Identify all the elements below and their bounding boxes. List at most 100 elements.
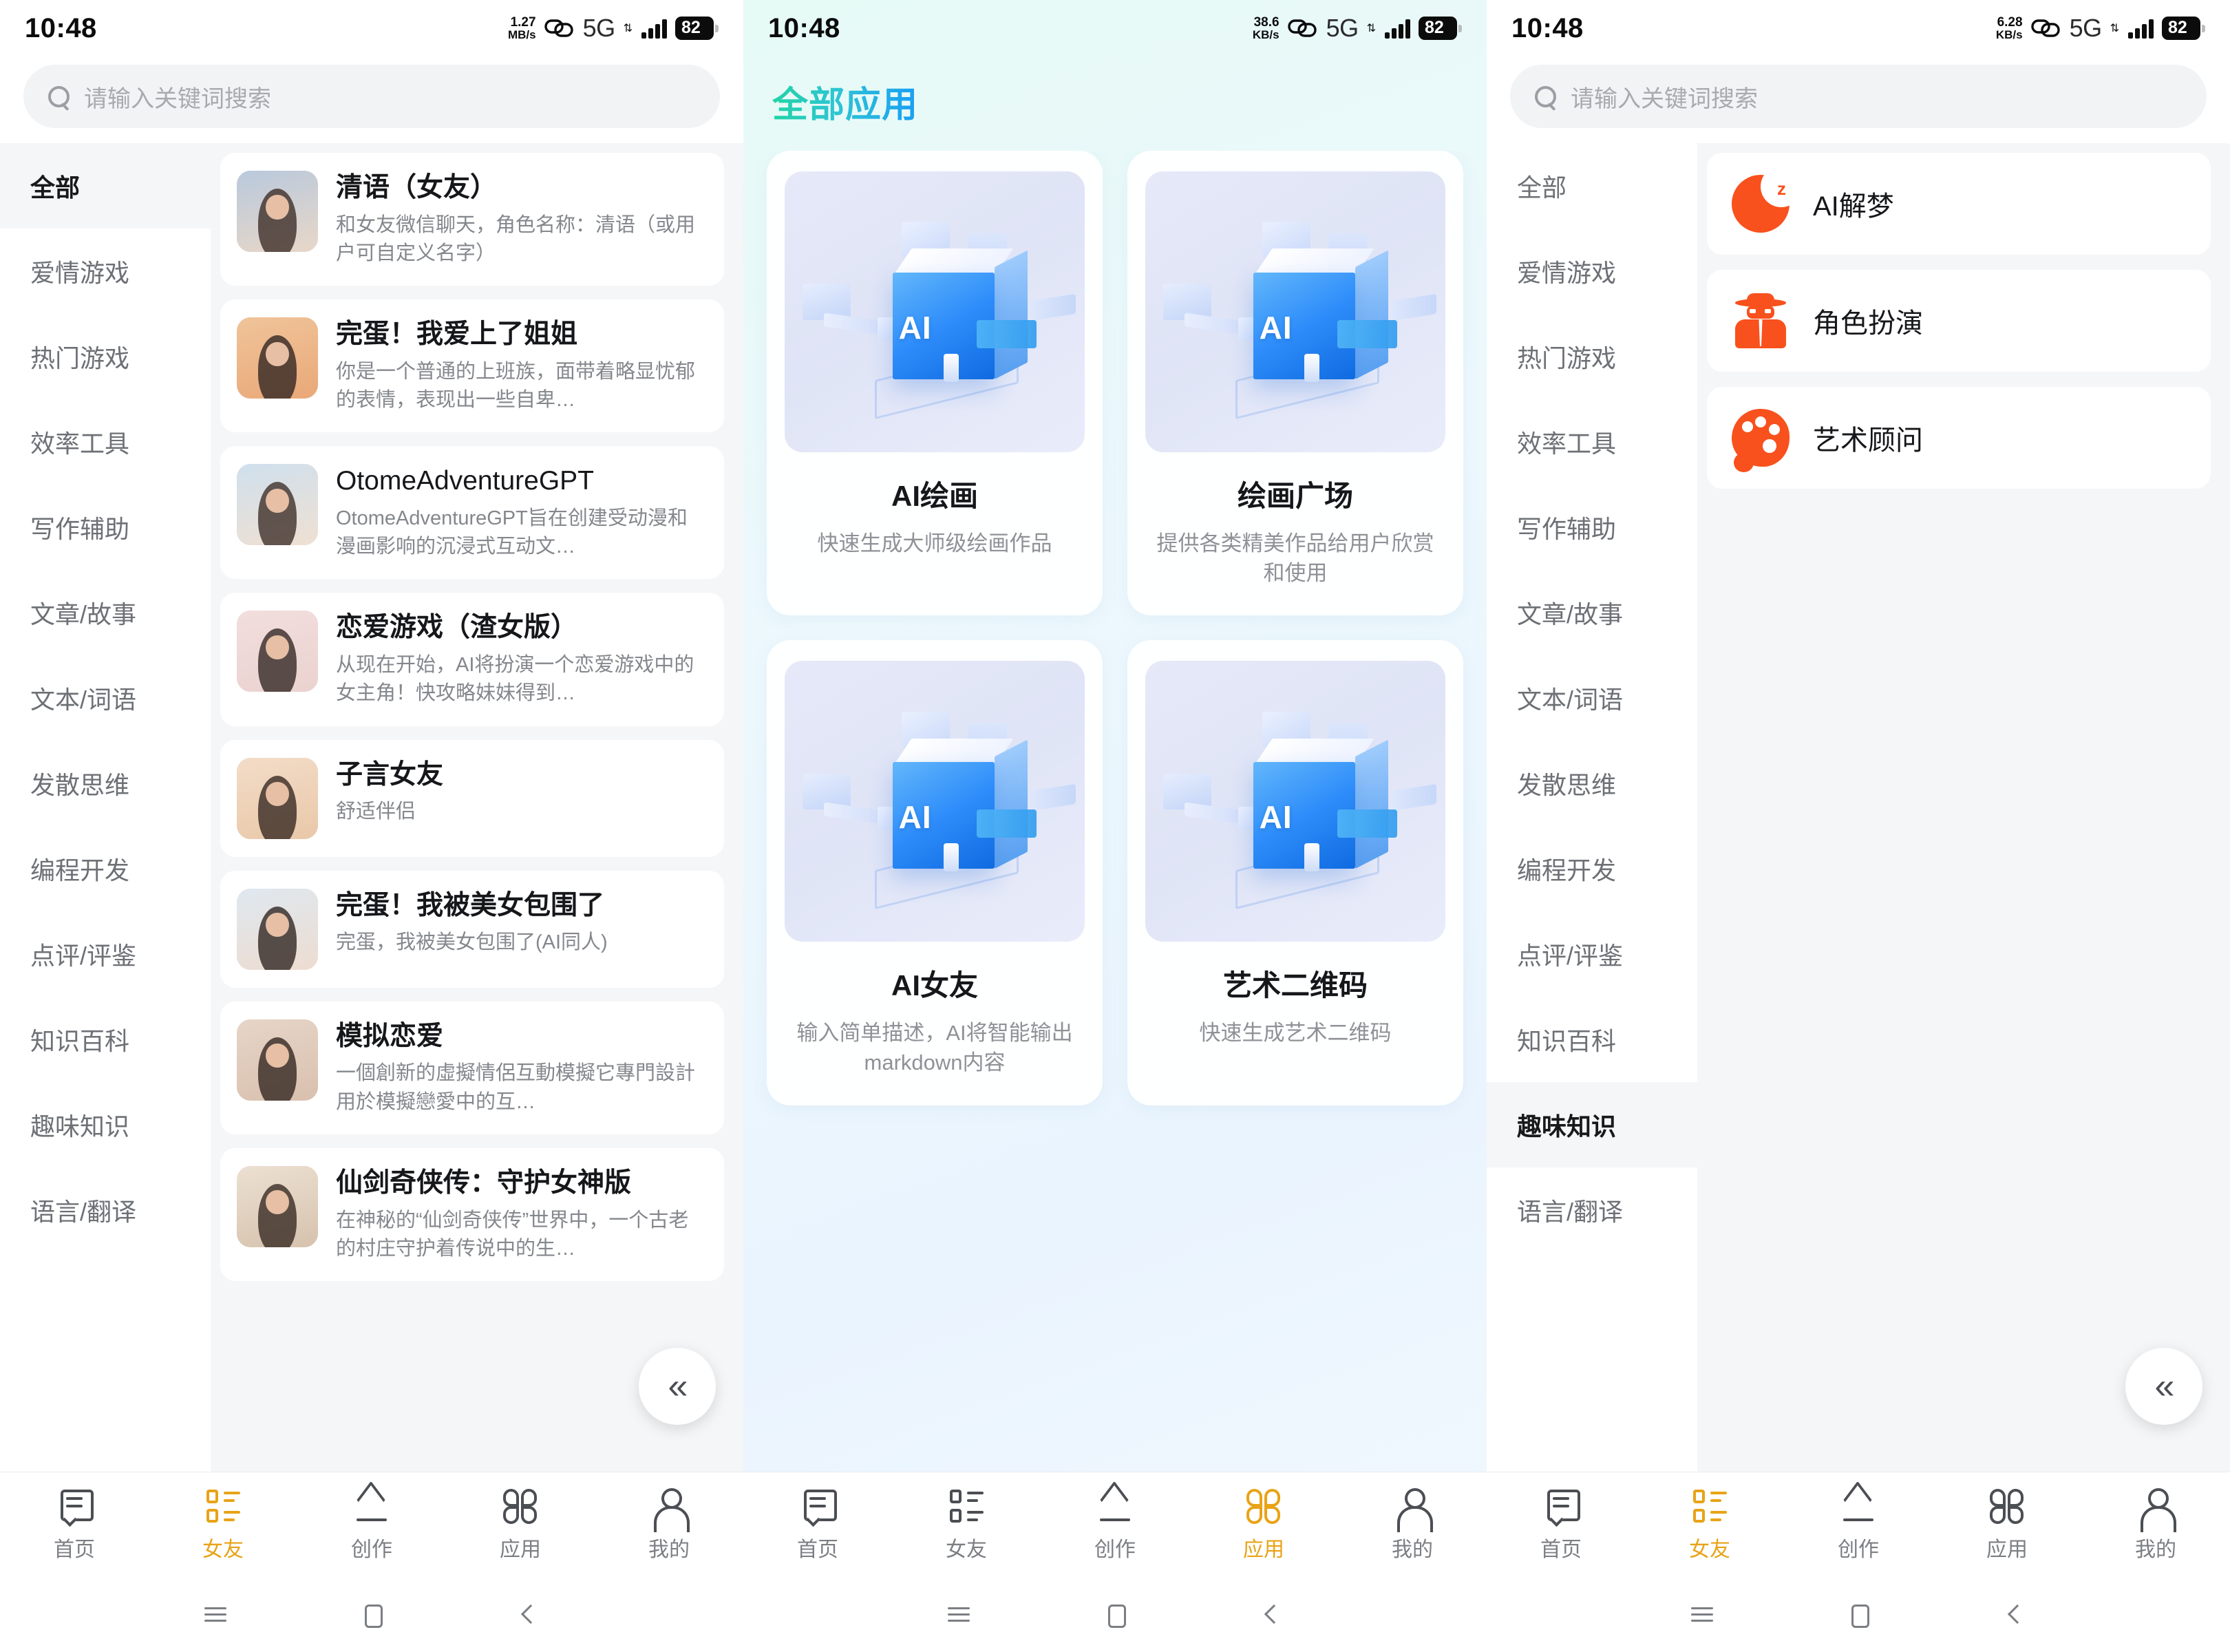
tab-首页[interactable]: 首页	[743, 1487, 892, 1563]
tab-应用[interactable]: 应用	[446, 1487, 595, 1563]
collapse-panel-button[interactable]: «	[639, 1348, 716, 1425]
recent-apps-button[interactable]	[944, 1599, 974, 1629]
list-item[interactable]: 恋爱游戏（渣女版） 从现在开始，AI将扮演一个恋爱游戏中的女主角！快攻略妹妹得到…	[220, 593, 724, 726]
battery-level: 82	[1419, 17, 1457, 40]
status-indicators: 1.27 MB/s 5G ⇅ 82	[508, 14, 725, 43]
list-item[interactable]: OtomeAdventureGPT OtomeAdventureGPT旨在创建受动…	[220, 446, 724, 580]
tab-女友[interactable]: 女友	[892, 1487, 1041, 1563]
app-illustration: AI	[1145, 171, 1445, 452]
status-indicators: 38.6 KB/s 5G ⇅ 82	[1253, 14, 1468, 43]
moon-z-icon: z	[1732, 165, 1803, 233]
pen-icon	[352, 1487, 391, 1525]
sidebar-item-编程开发[interactable]: 编程开发	[1487, 826, 1697, 911]
app-illustration: AI	[1145, 661, 1445, 942]
system-navigation-bar	[1487, 1576, 2230, 1652]
sidebar-item-知识百科[interactable]: 知识百科	[1487, 997, 1697, 1082]
signal-bars-icon	[641, 18, 667, 39]
sidebar-item-爱情游戏[interactable]: 爱情游戏	[1487, 229, 1697, 314]
tab-创作[interactable]: 创作	[1784, 1487, 1933, 1563]
network-speed: 38.6 KB/s	[1253, 16, 1279, 41]
list-item[interactable]: 子言女友 舒适伴侣	[220, 739, 724, 857]
list-item[interactable]: 完蛋！我被美女包围了完蛋，我被美女包围了(AI同人)	[220, 870, 724, 988]
network-speed-value: 1.27	[510, 15, 536, 30]
sidebar-item-全部[interactable]: 全部	[1487, 143, 1697, 229]
list-item-description: 和女友微信聊天，角色名称：清语（或用户可自定义名字）	[336, 213, 696, 264]
tool-list-item[interactable]: 艺术顾问	[1707, 387, 2211, 489]
sidebar-item-趣味知识[interactable]: 趣味知识	[0, 1082, 211, 1167]
tab-我的[interactable]: 我的	[1338, 1487, 1487, 1563]
list-item[interactable]: 完蛋！我爱上了姐姐 你是一个普通的上班族，面带着略显忧郁的表情，表现出一些自卑…	[220, 299, 724, 433]
sidebar-item-趣味知识[interactable]: 趣味知识	[1487, 1082, 1697, 1167]
tab-首页[interactable]: 首页	[0, 1487, 149, 1563]
app-card[interactable]: AI AI绘画 快速生成大师级绘画作品	[767, 151, 1103, 616]
back-button[interactable]	[1999, 1599, 2030, 1629]
list-item[interactable]: 模拟恋爱 一個創新的虛擬情侶互動模擬它專門設計用於模擬戀愛中的互…	[220, 1001, 724, 1134]
palette-icon	[1732, 409, 1790, 473]
sidebar-item-爱情游戏[interactable]: 爱情游戏	[0, 229, 211, 314]
sidebar-item-编程开发[interactable]: 编程开发	[0, 826, 211, 911]
recent-apps-button[interactable]	[1687, 1599, 1717, 1629]
sidebar-item-点评/评鉴[interactable]: 点评/评鉴	[1487, 911, 1697, 997]
list-item-title: 仙剑奇侠传：守护女神版	[336, 1167, 632, 1198]
tab-应用[interactable]: 应用	[1933, 1487, 2081, 1563]
list-item-title: 完蛋！我被美女包围了	[336, 890, 605, 920]
home-button[interactable]	[1100, 1599, 1130, 1629]
page-title: 全部应用	[772, 76, 918, 127]
tab-女友[interactable]: 女友	[149, 1487, 297, 1563]
tab-我的[interactable]: 我的	[595, 1487, 743, 1563]
home-button[interactable]	[1843, 1599, 1873, 1629]
sidebar-item-写作辅助[interactable]: 写作辅助	[1487, 485, 1697, 570]
tool-list-item[interactable]: 角色扮演	[1707, 270, 2211, 372]
sidebar-item-知识百科[interactable]: 知识百科	[0, 997, 211, 1082]
link-icon	[544, 18, 575, 39]
sidebar-item-文章/故事[interactable]: 文章/故事	[0, 570, 211, 655]
sidebar-item-点评/评鉴[interactable]: 点评/评鉴	[0, 911, 211, 997]
sidebar-item-文章/故事[interactable]: 文章/故事	[1487, 570, 1697, 655]
list-item-description: 完蛋，我被美女包围了(AI同人)	[336, 931, 608, 954]
app-card[interactable]: AI 绘画广场 提供各类精美作品给用户欣赏和使用	[1127, 151, 1463, 616]
avatar	[237, 611, 318, 692]
app-card[interactable]: AI AI女友 输入简单描述，AI将智能输出markdown内容	[767, 640, 1103, 1105]
tab-首页[interactable]: 首页	[1487, 1487, 1635, 1563]
list-item[interactable]: 仙剑奇侠传：守护女神版 在神秘的“仙剑奇侠传”世界中，一个古老的村庄守护着传说中的…	[220, 1147, 724, 1281]
sidebar-item-热门游戏[interactable]: 热门游戏	[1487, 314, 1697, 399]
tool-list-item[interactable]: z AI解梦	[1707, 153, 2211, 255]
list-item[interactable]: 清语（女友） 和女友微信聊天，角色名称：清语（或用户可自定义名字）	[220, 153, 724, 286]
sidebar-item-写作辅助[interactable]: 写作辅助	[0, 485, 211, 570]
app-card[interactable]: AI 艺术二维码 快速生成艺术二维码	[1127, 640, 1463, 1105]
sidebar-item-全部[interactable]: 全部	[0, 143, 211, 229]
chevron-double-left-icon: «	[668, 1366, 688, 1406]
screen-all-apps: 10:48 38.6 KB/s 5G ⇅ 82 全部应用 AI AI绘画 快速生…	[743, 0, 1487, 1652]
recent-apps-button[interactable]	[200, 1599, 231, 1629]
network-type: 5G	[2069, 14, 2103, 42]
sidebar-item-语言/翻译[interactable]: 语言/翻译	[0, 1167, 211, 1253]
status-time: 10:48	[25, 12, 97, 43]
app-description: 快速生成大师级绘画作品	[817, 531, 1052, 555]
tab-创作[interactable]: 创作	[1041, 1487, 1189, 1563]
tab-女友[interactable]: 女友	[1635, 1487, 1784, 1563]
search-icon	[1533, 85, 1557, 108]
tab-我的[interactable]: 我的	[2081, 1487, 2230, 1563]
sidebar-item-文本/词语[interactable]: 文本/词语	[1487, 655, 1697, 741]
tab-应用[interactable]: 应用	[1189, 1487, 1338, 1563]
sidebar-item-效率工具[interactable]: 效率工具	[1487, 399, 1697, 485]
home-button[interactable]	[357, 1599, 387, 1629]
collapse-panel-button[interactable]: «	[2125, 1348, 2202, 1425]
sidebar-item-热门游戏[interactable]: 热门游戏	[0, 314, 211, 399]
sidebar-item-发散思维[interactable]: 发散思维	[1487, 741, 1697, 826]
search-input[interactable]: 请输入关键词搜索	[23, 65, 720, 128]
sidebar-item-发散思维[interactable]: 发散思维	[0, 741, 211, 826]
search-input[interactable]: 请输入关键词搜索	[1510, 65, 2207, 128]
sidebar-item-文本/词语[interactable]: 文本/词语	[0, 655, 211, 741]
avatar	[237, 1165, 318, 1247]
back-button[interactable]	[513, 1599, 543, 1629]
tab-创作[interactable]: 创作	[297, 1487, 446, 1563]
sidebar-item-效率工具[interactable]: 效率工具	[0, 399, 211, 485]
status-time: 10:48	[1511, 12, 1584, 43]
sidebar-item-语言/翻译[interactable]: 语言/翻译	[1487, 1167, 1697, 1253]
network-speed-unit: KB/s	[1995, 28, 2023, 41]
battery-indicator: 82	[1419, 17, 1468, 40]
grid-icon	[1244, 1487, 1283, 1525]
back-button[interactable]	[1256, 1599, 1286, 1629]
spy-icon	[1732, 292, 1790, 350]
